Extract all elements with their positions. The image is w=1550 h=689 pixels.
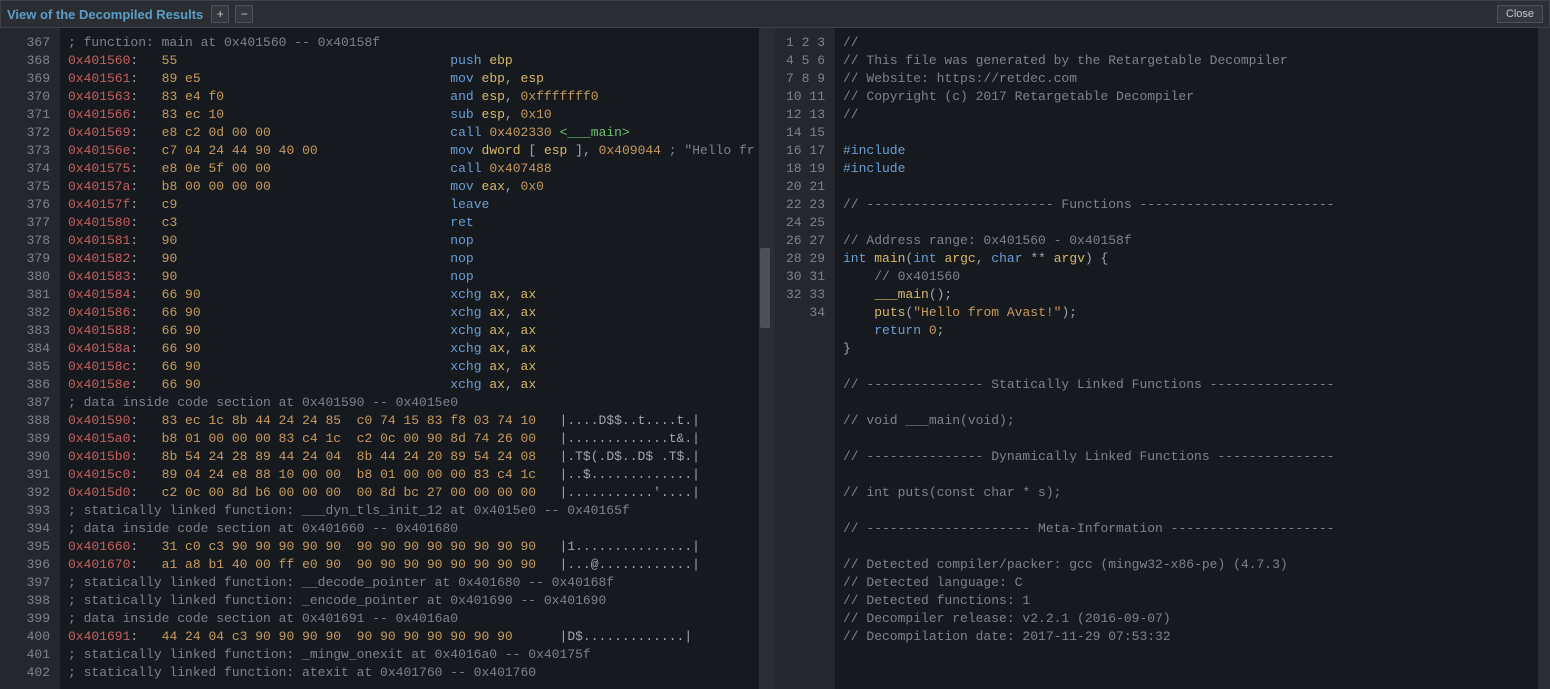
left-scrollbar[interactable] [759, 28, 771, 689]
close-button[interactable]: Close [1497, 5, 1543, 23]
split-panes: 367 368 369 370 371 372 373 374 375 376 … [0, 28, 1550, 689]
zoom-in-button[interactable]: + [211, 5, 229, 23]
decompiled-code[interactable]: // // This file was generated by the Ret… [835, 28, 1550, 689]
decompiled-pane[interactable]: 1 2 3 4 5 6 7 8 9 10 11 12 13 14 15 16 1… [775, 28, 1550, 689]
left-scrollbar-thumb[interactable] [760, 248, 770, 328]
disassembly-code[interactable]: ; function: main at 0x401560 -- 0x40158f… [60, 28, 771, 689]
titlebar: View of the Decompiled Results + − Close [0, 0, 1550, 28]
window-title: View of the Decompiled Results [7, 7, 203, 22]
decompiled-gutter: 1 2 3 4 5 6 7 8 9 10 11 12 13 14 15 16 1… [775, 28, 835, 689]
zoom-out-button[interactable]: − [235, 5, 253, 23]
right-scrollbar[interactable] [1538, 28, 1550, 689]
disassembly-gutter: 367 368 369 370 371 372 373 374 375 376 … [0, 28, 60, 689]
disassembly-pane[interactable]: 367 368 369 370 371 372 373 374 375 376 … [0, 28, 775, 689]
